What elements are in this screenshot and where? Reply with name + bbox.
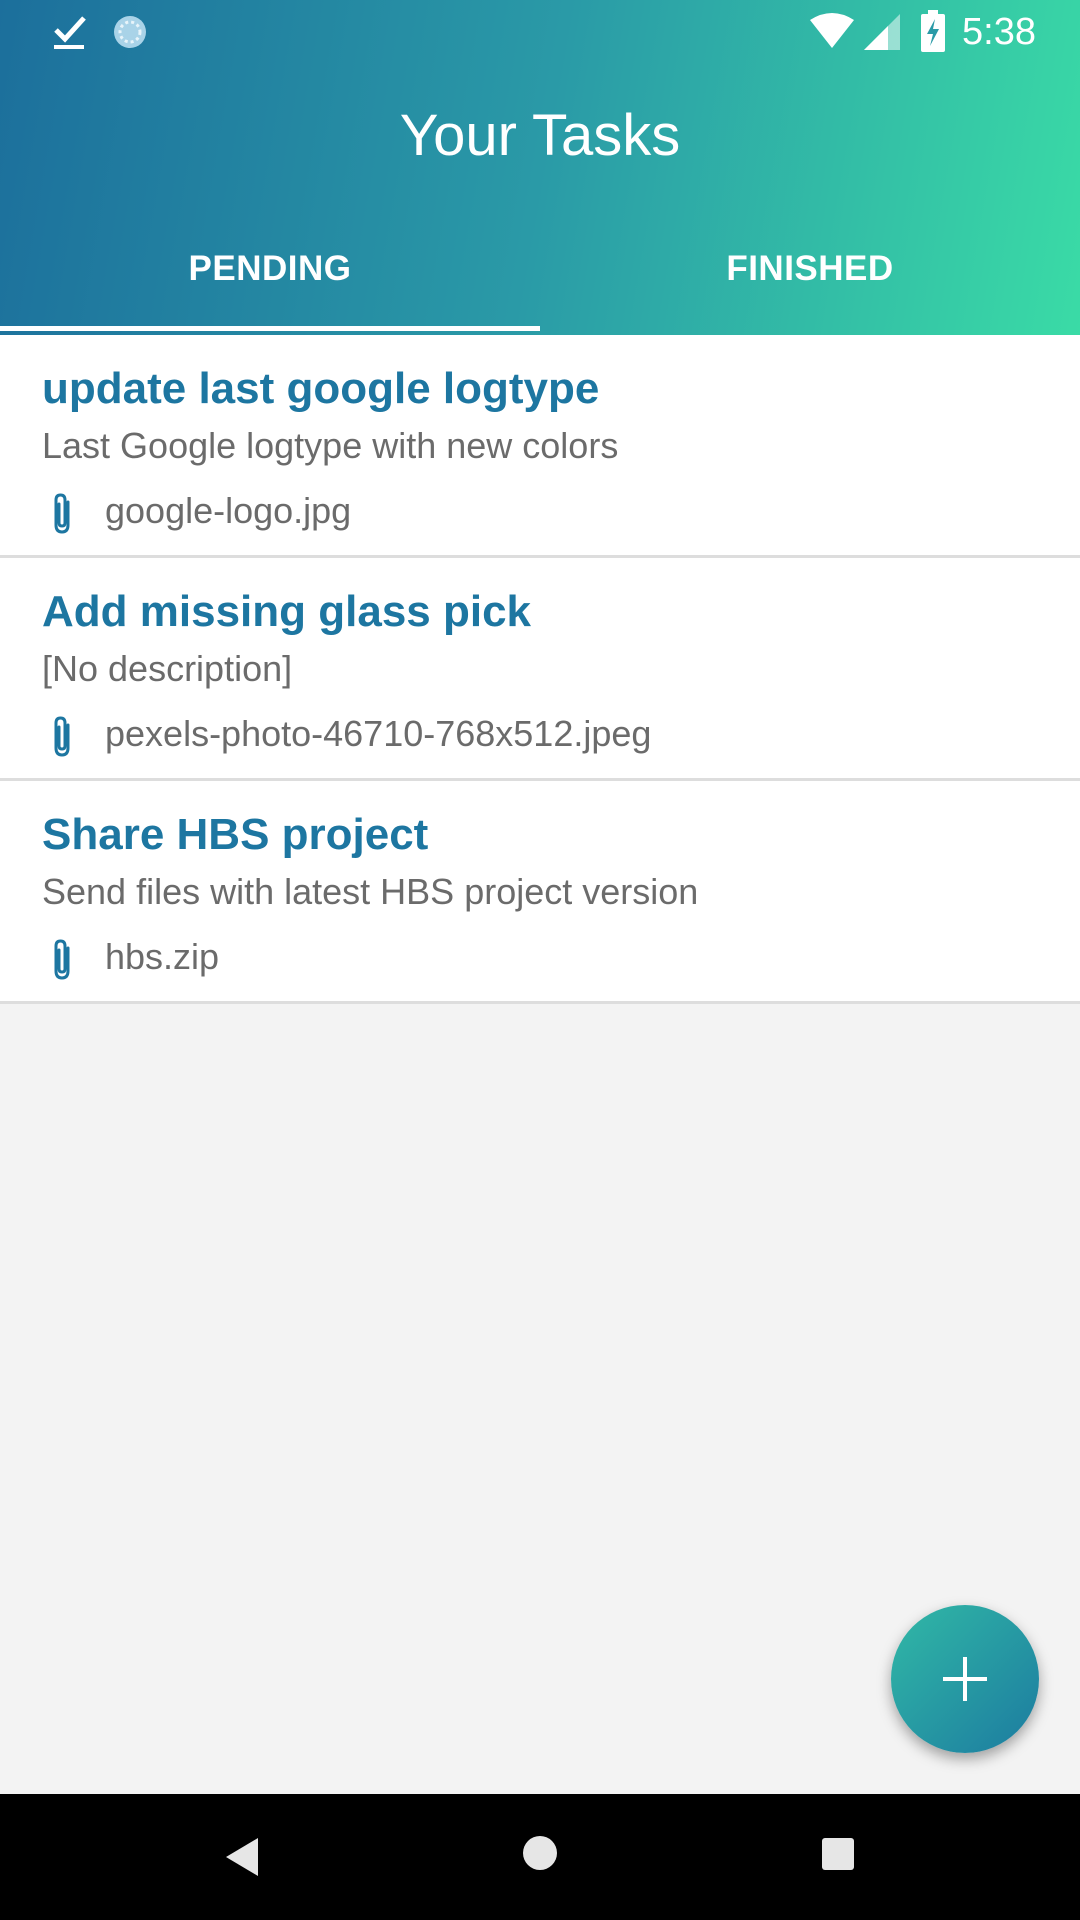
attachment-name[interactable]: hbs.zip [105,931,219,983]
task-item[interactable]: update last google logtype Last Google l… [0,335,1080,558]
attachment-name[interactable]: google-logo.jpg [105,485,351,537]
task-item[interactable]: Share HBS project Send files with latest… [0,781,1080,1004]
tab-pending[interactable]: PENDING [0,236,540,335]
task-title: update last google logtype [42,364,600,413]
task-description: Send files with latest HBS project versi… [42,871,699,912]
signal-icon [864,14,900,50]
battery-charging-icon [921,10,945,52]
page-title: Your Tasks [399,103,681,168]
paperclip-icon [54,939,70,980]
add-task-button[interactable] [891,1605,1039,1753]
task-description: [No description] [42,648,293,689]
attachment-name[interactable]: pexels-photo-46710-768x512.jpeg [105,708,651,760]
system-nav-bar [0,1794,1080,1920]
tab-bar: PENDING FINISHED [0,236,1080,335]
paperclip-icon [54,493,70,534]
home-icon[interactable] [521,1834,559,1872]
recents-icon[interactable] [820,1836,856,1872]
task-description: Last Google logtype with new colors [42,425,619,466]
tab-indicator [0,326,540,331]
task-title: Add missing glass pick [42,587,532,636]
wifi-icon [810,13,854,48]
task-item[interactable]: Add missing glass pick [No description] … [0,558,1080,781]
status-time: 5:38 [962,11,1036,53]
back-icon[interactable] [222,1834,262,1880]
plus-icon [943,1657,987,1701]
task-list: update last google logtype Last Google l… [0,335,1080,1004]
check-icon [54,16,86,49]
status-bar: 5:38 [0,0,1080,64]
task-title: Share HBS project [42,810,429,859]
app-header: 5:38 Your Tasks PENDING FINISHED [0,0,1080,335]
sync-icon [114,16,146,48]
tab-finished[interactable]: FINISHED [540,236,1080,335]
paperclip-icon [54,716,70,757]
